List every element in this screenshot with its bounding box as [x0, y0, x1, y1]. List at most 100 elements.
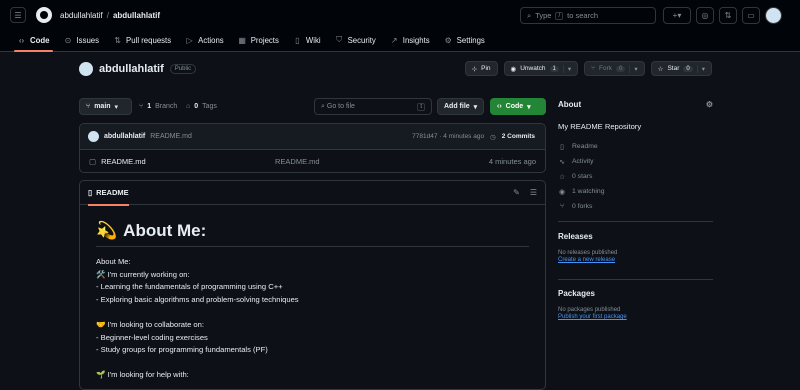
packages-heading[interactable]: Packages	[558, 289, 718, 298]
branch-name: main	[94, 103, 111, 110]
about-item-label: 0 stars	[572, 173, 593, 180]
file-toolbar: ⑂ main ▾ ⑂ 1 Branch ⌂ 0 Tags ⌕ Go to file t Add…	[79, 98, 546, 115]
top-header: ☰ abdullahlatif / abdullahlatif ⌕ Type /…	[0, 0, 800, 30]
branch-count-link[interactable]: ⑂ 1 Branch	[139, 98, 177, 115]
code-icon: ‹›	[18, 35, 25, 45]
repo-name[interactable]: abdullahlatif	[99, 63, 164, 75]
inbox-icon[interactable]: ▭	[742, 7, 760, 24]
chevron-down-icon[interactable]: ▾	[696, 64, 705, 73]
fork-count: 0	[616, 65, 626, 72]
tab-insights[interactable]: ↗ Insights	[383, 29, 437, 51]
graph-icon: ↗	[390, 35, 398, 45]
avatar	[88, 131, 99, 142]
commit-author[interactable]: abdullahlatif	[104, 133, 145, 140]
releases-section: Releases No releases published Create a …	[558, 232, 718, 263]
tag-label: Tags	[202, 103, 217, 110]
chevron-down-icon[interactable]: ▾	[629, 64, 638, 73]
go-to-file-placeholder: Go to file	[326, 102, 355, 110]
breadcrumb-owner[interactable]: abdullahlatif	[60, 11, 103, 20]
readme-line: - Learning the fundamentals of programmi…	[96, 282, 283, 292]
fork-button[interactable]: ⑂ Fork 0 ▾	[584, 61, 645, 76]
create-new-button[interactable]: + ▾	[663, 7, 691, 24]
readme-line: About Me:	[96, 257, 131, 266]
tab-actions[interactable]: ▷ Actions	[178, 29, 231, 51]
star-count: 0	[683, 65, 693, 72]
about-watching[interactable]: ◉ 1 watching	[558, 184, 713, 199]
tab-code[interactable]: ‹› Code	[10, 29, 57, 52]
readme-line: 🌱 I'm looking for help with:	[96, 370, 189, 380]
readme-spacer	[96, 306, 529, 319]
readme-line: - Exploring basic algorithms and problem…	[96, 294, 299, 304]
about-heading: About	[558, 100, 582, 109]
search-input[interactable]: ⌕ Type / to search	[520, 7, 656, 24]
about-forks[interactable]: ⑂ 0 forks	[558, 199, 713, 214]
gear-icon[interactable]: ⚙	[706, 100, 713, 109]
packages-text: No packages published	[558, 307, 621, 313]
tab-settings[interactable]: ⚙ Settings	[437, 29, 492, 51]
commit-message[interactable]: README.md	[150, 133, 192, 140]
readme-line: 🤝 I'm looking to collaborate on:	[96, 319, 204, 329]
pin-icon: ⊹	[471, 65, 478, 73]
chevron-down-icon: ▾	[114, 103, 119, 111]
github-logo-icon[interactable]	[36, 7, 52, 23]
list-icon[interactable]: ☰	[530, 188, 537, 197]
latest-commit: abdullahlatif README.md 7781d47 · 4 minu…	[80, 124, 545, 150]
readme-line: 🛠️ I'm currently working on:	[96, 269, 190, 279]
avatar[interactable]	[765, 7, 782, 24]
divider	[558, 279, 713, 280]
hamburger-icon[interactable]: ☰	[10, 7, 26, 23]
tab-label: Actions	[198, 35, 224, 45]
star-label: Star	[667, 65, 680, 72]
pin-button[interactable]: ⊹ Pin	[464, 61, 498, 76]
pull-requests-icon[interactable]: ⇅	[719, 7, 737, 24]
readme-heading: 💫 About Me:	[96, 221, 529, 247]
search-placeholder: Type	[535, 11, 552, 20]
issues-icon[interactable]: ◎	[696, 7, 714, 24]
tag-count: 0	[194, 103, 199, 110]
pencil-icon[interactable]: ✎	[513, 188, 520, 197]
file-name[interactable]: README.md	[101, 157, 146, 166]
repo-description: My README Repository	[558, 122, 642, 131]
star-button[interactable]: ☆ Star 0 ▾	[650, 61, 712, 76]
tags-link[interactable]: ⌂ 0 Tags	[186, 98, 217, 115]
branch-selector[interactable]: ⑂ main ▾	[79, 98, 132, 115]
about-readme[interactable]: ▯ Readme	[558, 139, 713, 154]
file-commit-message[interactable]: README.md	[275, 157, 320, 166]
tab-projects[interactable]: ▦ Projects	[231, 29, 286, 51]
repo-nav: ‹› Code ⊙ Issues ⇅ Pull requests ▷ Actions ▦…	[0, 30, 800, 52]
packages-section: Packages No packages published Publish y…	[558, 289, 718, 320]
search-shortcut: /	[555, 11, 564, 20]
code-icon: ‹›	[497, 103, 502, 110]
tab-issues[interactable]: ⊙ Issues	[57, 29, 107, 51]
eye-icon: ◉	[510, 65, 517, 73]
tab-label: Issues	[76, 35, 100, 45]
create-release-link[interactable]: Create a new release	[558, 257, 718, 263]
chevron-down-icon[interactable]: ▾	[562, 64, 571, 73]
about-activity[interactable]: ∿ Activity	[558, 154, 713, 169]
code-button[interactable]: ‹› Code ▾	[490, 98, 546, 115]
breadcrumb: abdullahlatif / abdullahlatif	[60, 11, 160, 20]
breadcrumb-repo[interactable]: abdullahlatif	[113, 11, 160, 20]
commit-hash[interactable]: 7781d47 · 4 minutes ago	[412, 133, 484, 140]
star-icon: ☆	[657, 65, 664, 73]
readme-tab[interactable]: ▯ README	[88, 181, 129, 206]
about-stars[interactable]: ☆ 0 stars	[558, 169, 713, 184]
star-icon: ☆	[558, 173, 566, 181]
add-file-button[interactable]: Add file ▾	[437, 98, 485, 115]
releases-heading[interactable]: Releases	[558, 232, 718, 241]
book-icon: ▯	[88, 188, 93, 197]
tab-pull-requests[interactable]: ⇅ Pull requests	[106, 29, 178, 51]
add-file-label: Add file	[444, 103, 470, 110]
commits-link[interactable]: 2 Commits	[502, 133, 535, 140]
pulse-icon: ∿	[559, 158, 565, 166]
unwatch-button[interactable]: ◉ Unwatch 1 ▾	[503, 61, 579, 76]
publish-package-link[interactable]: Publish your first package	[558, 314, 718, 320]
tab-wiki[interactable]: ▯ Wiki	[286, 29, 328, 51]
divider	[558, 221, 713, 222]
fork-icon: ⑂	[591, 65, 596, 72]
tab-security[interactable]: ⛉ Security	[328, 29, 383, 51]
file-row[interactable]: ▢ README.md README.md 4 minutes ago	[80, 150, 545, 172]
releases-text: No releases published	[558, 250, 618, 256]
go-to-file-input[interactable]: ⌕ Go to file t	[314, 98, 432, 115]
readme-panel: ▯ README ✎ ☰ 💫 About Me: About Me: 🛠️ I'm …	[79, 180, 546, 390]
